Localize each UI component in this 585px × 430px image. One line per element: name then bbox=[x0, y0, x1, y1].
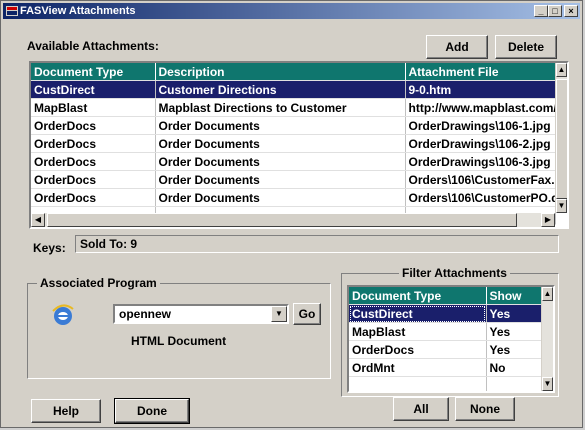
filter-row[interactable]: OrderDocs Yes bbox=[349, 340, 542, 359]
cell-description: Order Documents bbox=[155, 188, 406, 207]
cell-document-type: CustDirect bbox=[31, 80, 156, 99]
horizontal-scroll-thumb[interactable] bbox=[47, 213, 517, 227]
cell-attachment-file: http://www.mapblast.com/i bbox=[405, 98, 556, 117]
keys-field: Sold To: 9 bbox=[75, 235, 559, 253]
add-button[interactable]: Add bbox=[426, 35, 488, 59]
filter-row[interactable]: OrdMnt No bbox=[349, 358, 542, 377]
app-icon bbox=[6, 6, 18, 16]
chevron-down-icon[interactable]: ▼ bbox=[271, 306, 287, 322]
column-header-show[interactable]: Show bbox=[486, 287, 542, 305]
available-attachments-label: Available Attachments: bbox=[27, 39, 159, 53]
cell-document-type: OrderDocs bbox=[31, 134, 156, 153]
add-button-label: Add bbox=[445, 40, 469, 54]
cell-show: Yes bbox=[486, 304, 542, 323]
close-button[interactable]: × bbox=[564, 5, 578, 17]
scroll-up-icon[interactable]: ▲ bbox=[542, 287, 553, 301]
filter-all-button[interactable]: All bbox=[393, 397, 449, 421]
done-button[interactable]: Done bbox=[114, 398, 190, 424]
program-select[interactable]: opennew ▼ bbox=[113, 304, 289, 324]
scroll-thumb[interactable] bbox=[556, 79, 567, 199]
scroll-left-icon[interactable]: ◀ bbox=[31, 213, 45, 227]
filter-vertical-scrollbar[interactable]: ▲ ▼ bbox=[541, 287, 553, 391]
cell-document-type: MapBlast bbox=[31, 98, 156, 117]
cell-document-type: OrdMnt bbox=[349, 358, 487, 377]
cell-show: Yes bbox=[486, 322, 542, 341]
document-type-label: HTML Document bbox=[131, 334, 227, 348]
help-button-label: Help bbox=[52, 404, 79, 418]
column-header-document-type[interactable]: Document Type bbox=[31, 63, 156, 81]
done-button-label: Done bbox=[137, 404, 167, 418]
internet-explorer-icon bbox=[52, 304, 74, 325]
filter-grid[interactable]: Document Type Show CustDirect Yes MapBla… bbox=[347, 285, 555, 393]
filter-none-button[interactable]: None bbox=[455, 397, 515, 421]
table-row[interactable]: OrderDocs Order Documents Orders\106\Cus… bbox=[31, 188, 556, 207]
column-header-document-type[interactable]: Document Type bbox=[349, 287, 487, 305]
cell-document-type: CustDirect bbox=[349, 304, 487, 323]
filter-header-row: Document Type Show bbox=[349, 287, 542, 305]
cell-show: Yes bbox=[486, 340, 542, 359]
filter-attachments-label: Filter Attachments bbox=[399, 266, 510, 280]
keys-label: Keys: bbox=[33, 241, 66, 255]
cell-description: Order Documents bbox=[155, 116, 406, 135]
title-bar[interactable]: FASView Attachments _ □ × bbox=[3, 3, 580, 19]
attachments-horizontal-scrollbar[interactable]: ◀ ▶ bbox=[31, 213, 555, 227]
attachments-table: Document Type Description Attachment Fil… bbox=[31, 63, 556, 225]
cell-document-type: MapBlast bbox=[349, 322, 487, 341]
attachments-window: FASView Attachments _ □ × Available Atta… bbox=[0, 0, 583, 428]
attachments-vertical-scrollbar[interactable]: ▲ ▼ bbox=[555, 63, 567, 213]
cell-document-type: OrderDocs bbox=[31, 152, 156, 171]
go-button[interactable]: Go bbox=[293, 303, 321, 325]
minimize-button[interactable]: _ bbox=[534, 5, 548, 17]
cell-description: Mapblast Directions to Customer bbox=[155, 98, 406, 117]
maximize-button[interactable]: □ bbox=[548, 5, 562, 17]
table-row[interactable]: OrderDocs Order Documents OrderDrawings\… bbox=[31, 152, 556, 171]
delete-button-label: Delete bbox=[507, 40, 545, 54]
cell-description: Order Documents bbox=[155, 170, 406, 189]
scroll-up-icon[interactable]: ▲ bbox=[556, 63, 567, 77]
window-title: FASView Attachments bbox=[20, 5, 136, 17]
cell-description: Customer Directions bbox=[155, 80, 406, 99]
attachments-header-row: Document Type Description Attachment Fil… bbox=[31, 63, 556, 81]
attachments-grid[interactable]: Document Type Description Attachment Fil… bbox=[29, 61, 569, 229]
scroll-down-icon[interactable]: ▼ bbox=[542, 377, 553, 391]
cell-attachment-file: OrderDrawings\106-1.jpg bbox=[405, 116, 556, 135]
filter-row bbox=[349, 376, 542, 391]
cell-attachment-file: OrderDrawings\106-3.jpg bbox=[405, 152, 556, 171]
go-button-label: Go bbox=[298, 307, 316, 321]
table-row[interactable]: CustDirect Customer Directions 9-0.htm bbox=[31, 80, 556, 99]
associated-program-label: Associated Program bbox=[37, 276, 160, 290]
filter-row[interactable]: MapBlast Yes bbox=[349, 322, 542, 341]
scroll-down-icon[interactable]: ▼ bbox=[556, 199, 567, 213]
scroll-right-icon[interactable]: ▶ bbox=[541, 213, 555, 227]
column-header-description[interactable]: Description bbox=[155, 63, 406, 81]
cell-attachment-file: OrderDrawings\106-2.jpg bbox=[405, 134, 556, 153]
cell-document-type: OrderDocs bbox=[31, 116, 156, 135]
filter-all-button-label: All bbox=[413, 402, 429, 416]
help-button[interactable]: Help bbox=[31, 399, 101, 423]
filter-table: Document Type Show CustDirect Yes MapBla… bbox=[349, 287, 542, 391]
cell-attachment-file: 9-0.htm bbox=[405, 80, 556, 99]
cell-document-type: OrderDocs bbox=[31, 188, 156, 207]
table-row[interactable]: OrderDocs Order Documents OrderDrawings\… bbox=[31, 116, 556, 135]
cell-attachment-file: Orders\106\CustomerPO.d bbox=[405, 188, 556, 207]
cell-description: Order Documents bbox=[155, 152, 406, 171]
table-row[interactable]: OrderDocs Order Documents OrderDrawings\… bbox=[31, 134, 556, 153]
column-header-attachment-file[interactable]: Attachment File bbox=[405, 63, 556, 81]
cell-show: No bbox=[486, 358, 542, 377]
cell-document-type: OrderDocs bbox=[31, 170, 156, 189]
cell-attachment-file: Orders\106\CustomerFax.d bbox=[405, 170, 556, 189]
table-row[interactable]: MapBlast Mapblast Directions to Customer… bbox=[31, 98, 556, 117]
cell-document-type: OrderDocs bbox=[349, 340, 487, 359]
table-row[interactable]: OrderDocs Order Documents Orders\106\Cus… bbox=[31, 170, 556, 189]
filter-row[interactable]: CustDirect Yes bbox=[349, 304, 542, 323]
cell-description: Order Documents bbox=[155, 134, 406, 153]
program-select-value: opennew bbox=[119, 307, 172, 321]
associated-program-group bbox=[27, 283, 331, 379]
delete-button[interactable]: Delete bbox=[495, 35, 557, 59]
filter-none-button-label: None bbox=[470, 402, 500, 416]
